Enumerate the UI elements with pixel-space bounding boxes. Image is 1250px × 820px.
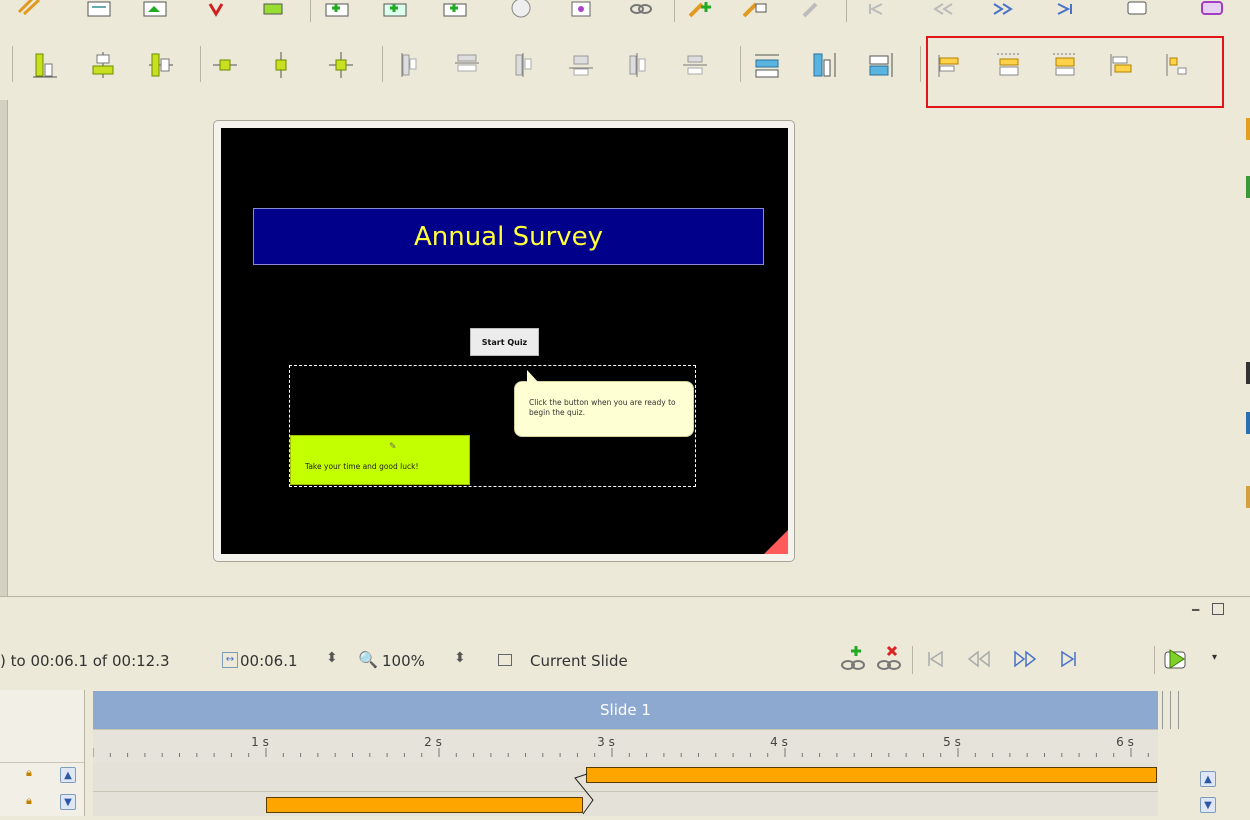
align-right-edge-icon[interactable]: [510, 50, 540, 80]
same-size-icon[interactable]: [866, 50, 896, 80]
edit-object-icon[interactable]: [686, 0, 716, 22]
ruler-tick-label: 2 s: [424, 735, 442, 749]
time-range: ) to 00:06.1 of 00:12.3: [0, 652, 170, 670]
right-edge-icon: [1246, 118, 1250, 140]
timeline-connector: [573, 773, 594, 815]
ruler-tick-label: 6 s: [1116, 735, 1134, 749]
lock-icon[interactable]: 🔒︎: [26, 794, 32, 808]
same-height-icon[interactable]: [810, 50, 840, 80]
slide-title[interactable]: Annual Survey: [253, 208, 764, 265]
right-edge-icon: [1246, 412, 1250, 434]
duration-icon: ↔: [222, 652, 238, 668]
duration-spinner-icon[interactable]: ⬍: [326, 650, 338, 666]
cut-icon[interactable]: [14, 0, 44, 22]
row-divider: [93, 791, 1158, 792]
center-both-icon[interactable]: [326, 50, 356, 80]
green-caption[interactable]: ✎ Take your time and good luck!: [290, 435, 470, 485]
delete-icon[interactable]: [202, 0, 232, 22]
edit-image-icon[interactable]: [740, 0, 770, 22]
add-slide-icon[interactable]: [322, 0, 352, 22]
publish-icon[interactable]: [1122, 0, 1152, 22]
distribute-vertical-icon[interactable]: [266, 50, 296, 80]
timeline-bar[interactable]: [266, 797, 583, 813]
library-icon[interactable]: [1196, 0, 1226, 22]
align-bottom-icon[interactable]: [680, 50, 710, 80]
align-top-icon[interactable]: [566, 50, 596, 80]
paste-icon[interactable]: [140, 0, 170, 22]
dropdown-arrow-icon[interactable]: ▾: [1212, 652, 1217, 663]
add-link-icon[interactable]: [838, 644, 868, 674]
align-middle-icon[interactable]: [622, 50, 652, 80]
link-icon[interactable]: [626, 0, 656, 22]
distribute-horizontal-icon[interactable]: [210, 50, 240, 80]
layer-down-icon[interactable]: ▼: [60, 794, 76, 810]
right-edge-icon: [1246, 176, 1250, 198]
bubble-pointer: [527, 370, 539, 383]
layer-up-icon[interactable]: ▲: [60, 767, 76, 783]
timeline-panel-header: ━: [0, 596, 1250, 633]
rewind-icon: [928, 0, 958, 22]
ruler-tick-label: 5 s: [943, 735, 961, 749]
align-left-icon[interactable]: [30, 50, 60, 80]
go-start-icon: [920, 644, 950, 674]
align-center-icon[interactable]: [88, 50, 118, 80]
restore-icon[interactable]: [1212, 603, 1224, 615]
right-edge-icon: [1246, 362, 1250, 384]
duration-value[interactable]: 00:06.1: [240, 652, 298, 670]
current-slide-icon: [498, 654, 512, 666]
rewind-start-icon: [860, 0, 890, 22]
add-slide-alt-icon[interactable]: [380, 0, 410, 22]
insert-icon[interactable]: [260, 0, 290, 22]
zoom-value[interactable]: 100%: [382, 652, 425, 670]
align-left-edge-icon[interactable]: [394, 50, 424, 80]
minimize-icon[interactable]: ━: [1192, 603, 1199, 617]
edit-disabled-icon: [800, 0, 830, 22]
copy-icon[interactable]: [84, 0, 114, 22]
timeline-bar[interactable]: [586, 767, 1157, 783]
left-panel-edge: [0, 100, 8, 596]
remove-link-icon[interactable]: [874, 644, 904, 674]
preview-icon[interactable]: [566, 0, 596, 22]
align-right-icon[interactable]: [146, 50, 176, 80]
forward-end-icon[interactable]: [1050, 0, 1080, 22]
slide-corner-marker: [764, 530, 788, 554]
green-caption-text: Take your time and good luck!: [305, 462, 419, 471]
forward-icon[interactable]: [988, 0, 1018, 22]
add-slide-copy-icon[interactable]: [440, 0, 470, 22]
bubble-text: Click the button when you are ready to b…: [529, 398, 676, 417]
record-icon[interactable]: [506, 0, 536, 22]
ruler-ticks: 1 s 2 s 3 s 4 s 5 s 6 s: [93, 735, 1149, 757]
highlight-box: [926, 36, 1224, 108]
play-slide-icon[interactable]: [1162, 644, 1192, 674]
ruler-tick-label: 3 s: [597, 735, 615, 749]
lock-icon[interactable]: 🔒︎: [26, 766, 32, 780]
scroll-down-icon[interactable]: ▼: [1200, 797, 1216, 813]
pin-icon: ✎: [389, 442, 397, 452]
timeline-ruler[interactable]: 1 s 2 s 3 s 4 s 5 s 6 s: [93, 729, 1158, 764]
forward-timeline-icon[interactable]: [1010, 644, 1040, 674]
timeline-layers: 🔒︎ ▲ 🔒︎ ▼: [0, 690, 85, 816]
main-toolbar: [0, 0, 1250, 30]
timeline-slide-header: Slide 1: [93, 691, 1158, 729]
ruler-tick-label: 1 s: [251, 735, 269, 749]
start-quiz-button[interactable]: Start Quiz: [470, 328, 539, 356]
zoom-spinner-icon[interactable]: ⬍: [454, 650, 466, 666]
align-center-horizontal-icon[interactable]: [452, 50, 482, 80]
right-edge-icon: [1246, 486, 1250, 508]
go-end-icon[interactable]: [1054, 644, 1084, 674]
ruler-tick-label: 4 s: [770, 735, 788, 749]
caption-bubble[interactable]: Click the button when you are ready to b…: [514, 370, 694, 437]
timeline-toolbar: ) to 00:06.1 of 00:12.3 ↔ 00:06.1 ⬍ 🔍 10…: [0, 632, 1250, 690]
zoom-icon: 🔍: [358, 650, 378, 669]
timeline-end-marker[interactable]: [1158, 691, 1192, 729]
scope-label[interactable]: Current Slide: [530, 652, 628, 670]
same-width-icon[interactable]: [752, 50, 782, 80]
rewind-timeline-icon: [964, 644, 994, 674]
scroll-up-icon[interactable]: ▲: [1200, 771, 1216, 787]
